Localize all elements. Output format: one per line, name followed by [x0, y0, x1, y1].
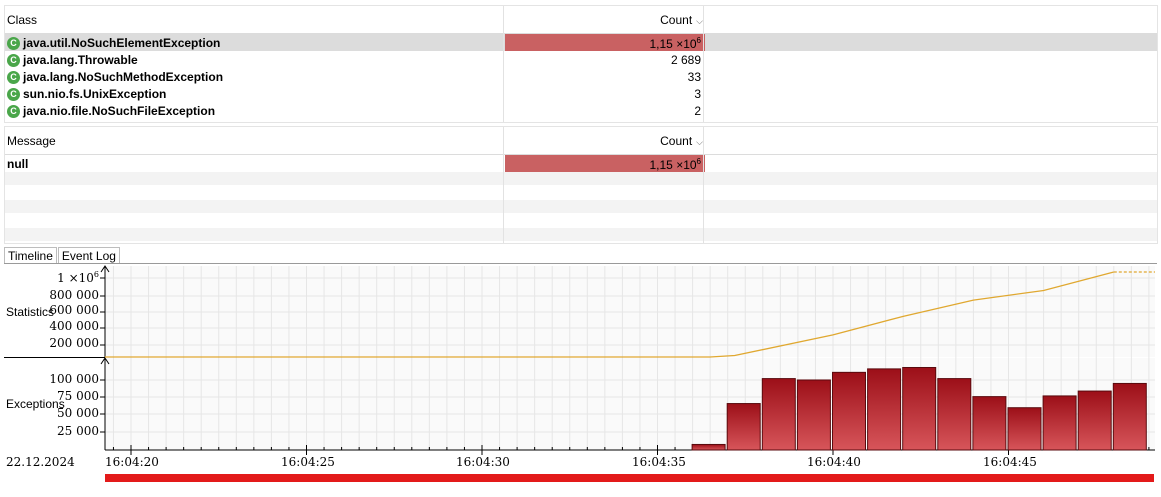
exception-bar — [796, 379, 831, 451]
stat-tick-label: 400 000 — [49, 319, 99, 333]
x-tick-label: 16:04:45 — [983, 455, 1037, 469]
exc-tick-label: 50 000 — [57, 406, 99, 420]
stat-tick-label: 800 000 — [49, 288, 99, 302]
exception-bar — [761, 378, 796, 451]
x-tick-label: 16:04:25 — [281, 455, 335, 469]
exception-bar — [832, 371, 866, 451]
exception-bar — [726, 403, 761, 451]
timeline-date: 22.12.2024 — [6, 455, 75, 469]
x-tick-label: 16:04:20 — [105, 455, 159, 469]
exception-bar — [867, 368, 902, 451]
time-range-selector[interactable] — [105, 474, 1154, 482]
x-tick-label: 16:04:30 — [456, 455, 510, 469]
exception-bar — [1112, 382, 1147, 451]
stat-tick-label: 600 000 — [49, 303, 99, 317]
exception-bar — [937, 378, 972, 451]
x-tick-label: 16:04:40 — [807, 455, 861, 469]
stat-tick-label: 200 000 — [49, 336, 99, 350]
exception-bar — [1077, 390, 1112, 451]
exc-tick-label: 100 000 — [49, 372, 99, 386]
exc-tick-label: 25 000 — [57, 424, 99, 438]
exception-bar — [1007, 407, 1042, 451]
timeline-svg — [4, 265, 1155, 455]
exception-bar — [691, 443, 726, 451]
stat-tick-label: 1 ×106 — [57, 270, 99, 285]
x-tick-label: 16:04:35 — [632, 455, 686, 469]
exception-bar — [902, 366, 937, 451]
exception-bar — [972, 396, 1007, 451]
exc-tick-label: 75 000 — [57, 389, 99, 403]
exception-bar — [1042, 395, 1077, 451]
